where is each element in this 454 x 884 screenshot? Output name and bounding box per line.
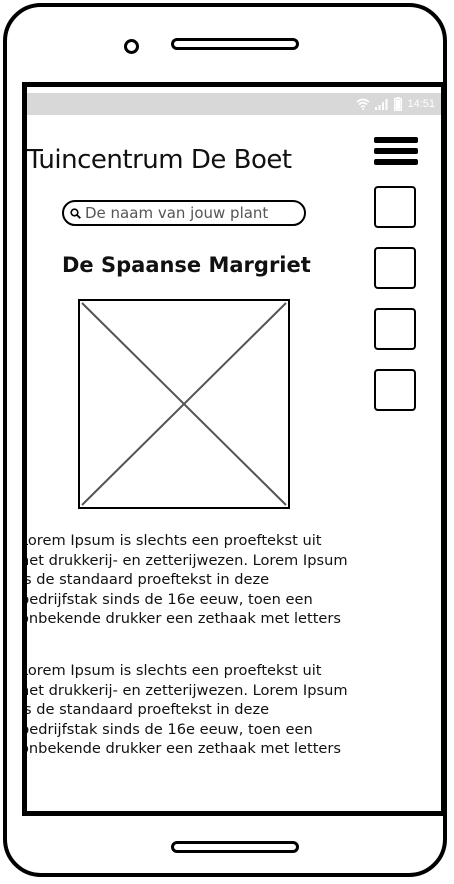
search-icon <box>70 207 81 219</box>
status-time: 14:51 <box>407 98 435 110</box>
speaker-slot <box>171 38 299 50</box>
camera-icon <box>124 39 139 54</box>
home-button[interactable] <box>171 841 299 853</box>
hamburger-menu-icon[interactable] <box>374 137 418 173</box>
wifi-icon <box>356 98 370 110</box>
search-bar[interactable] <box>62 200 306 226</box>
body-paragraph-2: Lorem Ipsum is slechts een proeftekst ui… <box>22 662 348 757</box>
image-placeholder <box>78 299 290 509</box>
status-icons: 14:51 <box>356 95 435 113</box>
app-title: Tuincentrum De Boet <box>27 145 292 175</box>
body-paragraph-1: Lorem Ipsum is slechts een proeftekst ui… <box>22 532 348 627</box>
side-button-1[interactable] <box>374 186 416 228</box>
side-button-3[interactable] <box>374 308 416 350</box>
plant-title: De Spaanse Margriet <box>62 253 311 277</box>
battery-icon <box>394 97 403 111</box>
phone-frame: 14:51 Tuincentrum De Boet De Spaanse Mar… <box>3 3 447 877</box>
signal-icon <box>375 99 388 110</box>
status-bar: 14:51 <box>27 93 441 115</box>
side-button-4[interactable] <box>374 369 416 411</box>
phone-screen: 14:51 Tuincentrum De Boet De Spaanse Mar… <box>22 82 446 816</box>
search-input[interactable] <box>81 204 285 222</box>
side-button-2[interactable] <box>374 247 416 289</box>
